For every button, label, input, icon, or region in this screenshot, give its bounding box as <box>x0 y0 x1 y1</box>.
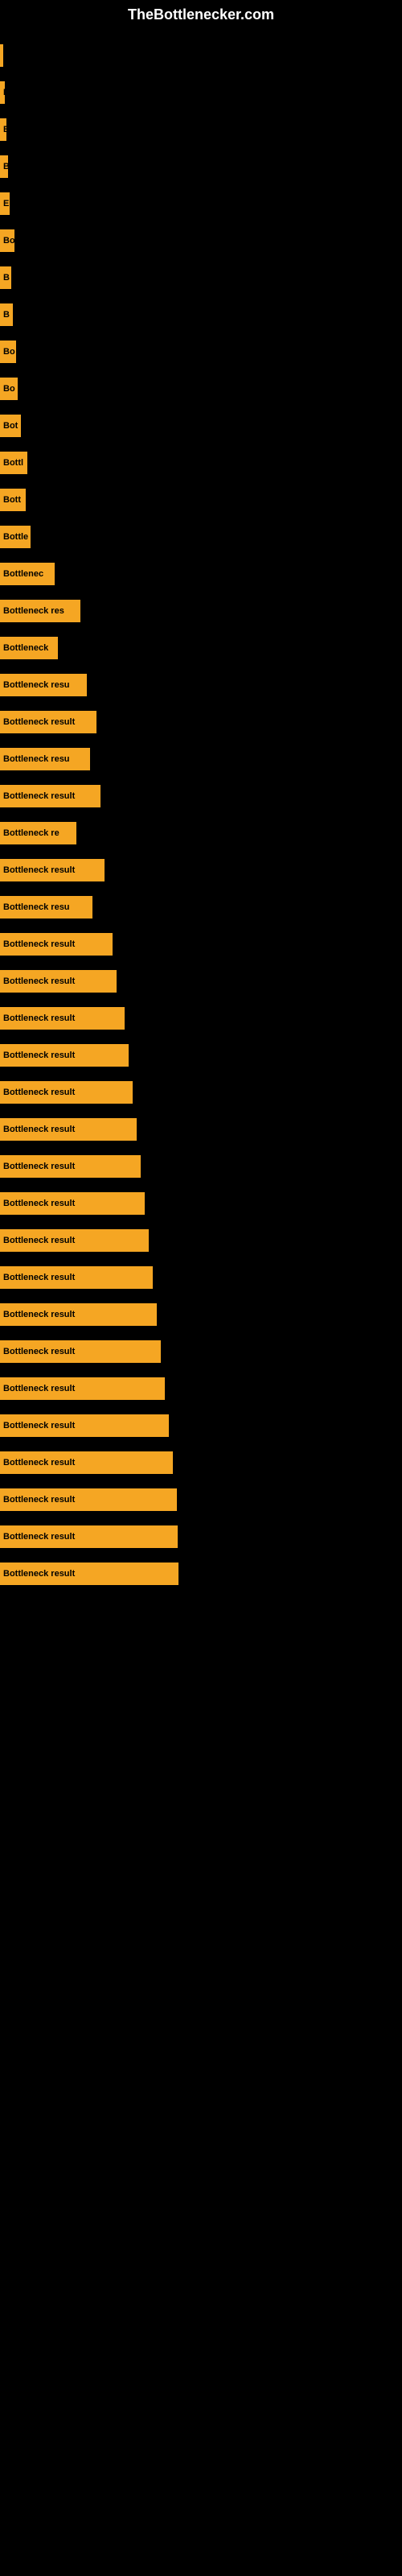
result-bar: Bottleneck resu <box>0 748 90 770</box>
result-bar: Bot <box>0 415 21 437</box>
result-bar: E <box>0 118 6 141</box>
bar-row: Bottleneck result <box>0 1112 402 1147</box>
bar-row: Bottleneck resu <box>0 667 402 703</box>
result-bar: Bottleneck result <box>0 1007 125 1030</box>
result-bar: Bottleneck result <box>0 1303 157 1326</box>
result-bar: Bottleneck result <box>0 933 113 956</box>
result-bar: Bottleneck resu <box>0 674 87 696</box>
bar-row: Bo <box>0 334 402 369</box>
result-bar: Bottleneck result <box>0 1488 177 1511</box>
result-bar: Bo <box>0 229 14 252</box>
result-bar: Bottleneck result <box>0 1118 137 1141</box>
bar-row: Bottleneck result <box>0 1519 402 1554</box>
bar-row: Bottleneck result <box>0 1371 402 1406</box>
bar-row: Bottleneck result <box>0 1075 402 1110</box>
result-bar: Bottleneck result <box>0 1266 153 1289</box>
bar-row: B <box>0 149 402 184</box>
result-bar: Bottleneck result <box>0 1414 169 1437</box>
result-bar: Bottleneck result <box>0 1525 178 1548</box>
result-bar: Bottleneck <box>0 637 58 659</box>
result-bar: Bottle <box>0 526 31 548</box>
result-bar: Bottleneck result <box>0 1192 145 1215</box>
bar-row: Bottleneck <box>0 630 402 666</box>
result-bar: B <box>0 266 11 289</box>
bar-row: Bottleneck res <box>0 593 402 629</box>
bar-row <box>0 38 402 73</box>
bar-row: Bottleneck re <box>0 815 402 851</box>
result-bar: Bottleneck result <box>0 970 117 993</box>
bar-row: E <box>0 186 402 221</box>
result-bar: Bottleneck result <box>0 1451 173 1474</box>
bar-row: Bo <box>0 371 402 407</box>
result-bar: F <box>0 81 5 104</box>
result-bar: Bottleneck resu <box>0 896 92 919</box>
bar-row: Bottleneck result <box>0 1223 402 1258</box>
bar-row: Bottleneck resu <box>0 741 402 777</box>
result-bar: Bottlenec <box>0 563 55 585</box>
site-title: TheBottlenecker.com <box>0 0 402 30</box>
result-bar: Bottl <box>0 452 27 474</box>
result-bar: Bottleneck result <box>0 711 96 733</box>
bar-row: Bo <box>0 223 402 258</box>
bar-row: Bottleneck result <box>0 927 402 962</box>
bars-container: FEBEBoBBBoBoBotBottlBottBottleBottlenecB… <box>0 30 402 1601</box>
bar-row: Bottleneck result <box>0 704 402 740</box>
result-bar: Bo <box>0 341 16 363</box>
bar-row: Bottleneck result <box>0 852 402 888</box>
bar-row: Bottleneck result <box>0 1482 402 1517</box>
bar-row: B <box>0 260 402 295</box>
bar-row: E <box>0 112 402 147</box>
bar-row: Bottleneck result <box>0 778 402 814</box>
result-bar: Bottleneck result <box>0 1155 141 1178</box>
result-bar: Bottleneck res <box>0 600 80 622</box>
result-bar: Bo <box>0 378 18 400</box>
bar-row: Bottleneck result <box>0 1445 402 1480</box>
bar-row: Bottle <box>0 519 402 555</box>
result-bar: Bottleneck result <box>0 1044 129 1067</box>
bar-row: F <box>0 75 402 110</box>
bar-row: Bottleneck result <box>0 1260 402 1295</box>
result-bar: Bottleneck re <box>0 822 76 844</box>
result-bar: Bottleneck result <box>0 1081 133 1104</box>
bar-row: Bottleneck result <box>0 1038 402 1073</box>
result-bar: Bottleneck result <box>0 1563 178 1585</box>
bar-row: B <box>0 297 402 332</box>
bar-row: Bottl <box>0 445 402 481</box>
result-bar: Bottleneck result <box>0 1229 149 1252</box>
result-bar: Bottleneck result <box>0 1340 161 1363</box>
bar-row: Bottleneck result <box>0 1001 402 1036</box>
bar-row: Bottleneck result <box>0 1408 402 1443</box>
bar-row: Bot <box>0 408 402 444</box>
bar-row: Bottleneck result <box>0 1334 402 1369</box>
bar-row: Bottleneck result <box>0 1297 402 1332</box>
result-bar: B <box>0 303 13 326</box>
result-bar: Bott <box>0 489 26 511</box>
bar-row: Bottleneck result <box>0 1556 402 1591</box>
result-bar: E <box>0 192 10 215</box>
result-bar: Bottleneck result <box>0 1377 165 1400</box>
bar-row: Bottleneck resu <box>0 890 402 925</box>
bar-row: Bottlenec <box>0 556 402 592</box>
bar-row: Bottleneck result <box>0 1149 402 1184</box>
result-bar: B <box>0 155 8 178</box>
result-bar: Bottleneck result <box>0 859 105 881</box>
bar-row: Bottleneck result <box>0 1186 402 1221</box>
result-bar: Bottleneck result <box>0 785 100 807</box>
result-bar <box>0 44 3 67</box>
bar-row: Bottleneck result <box>0 964 402 999</box>
bar-row: Bott <box>0 482 402 518</box>
